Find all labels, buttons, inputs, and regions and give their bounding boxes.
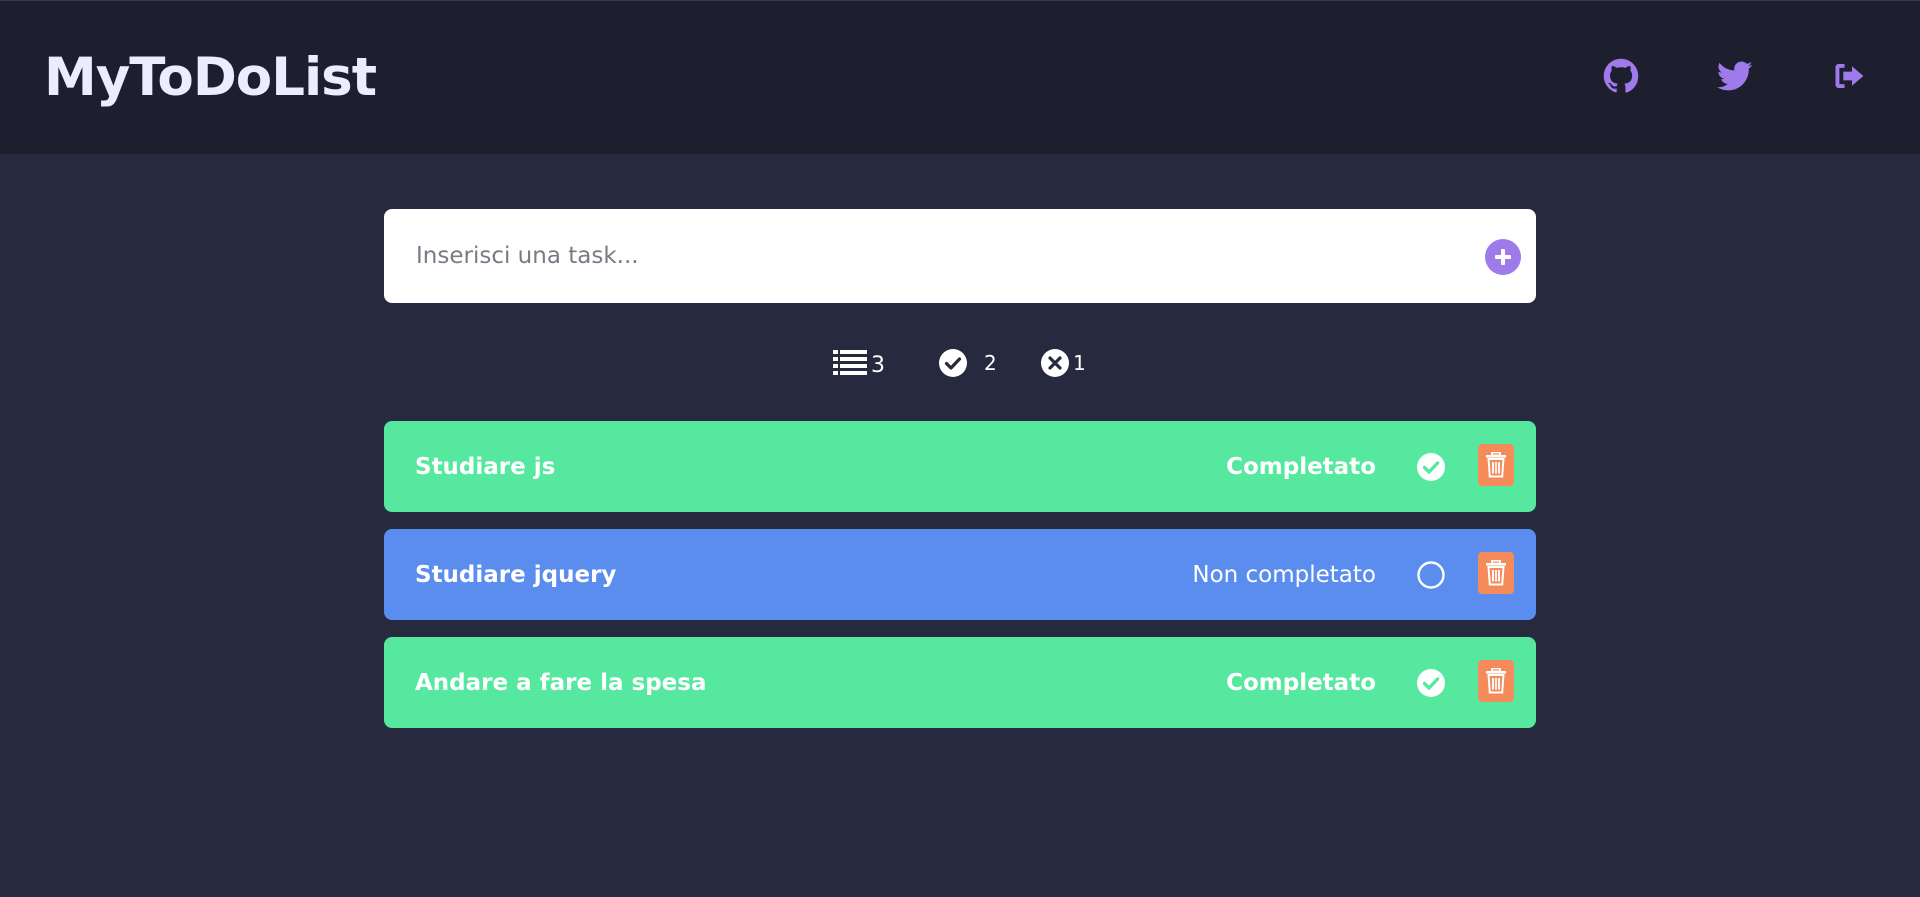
task-title: Studiare js	[415, 454, 556, 480]
stat-not-completed-count: 1	[1073, 351, 1086, 375]
stat-completed-count: 2	[984, 351, 997, 375]
toggle-complete-button[interactable]	[1416, 452, 1446, 482]
plus-icon	[1495, 249, 1511, 265]
delete-task-button[interactable]	[1478, 552, 1514, 594]
check-circle-icon	[1417, 453, 1445, 481]
task-item: Studiare jquery Non completato	[384, 529, 1536, 620]
task-status: Non completato	[1192, 562, 1376, 588]
task-stats: 3 2 1	[0, 346, 1920, 380]
toggle-complete-button[interactable]	[1416, 560, 1446, 590]
empty-circle-icon	[1417, 561, 1445, 589]
app-title: MyToDoList	[44, 47, 377, 108]
stat-total-count: 3	[871, 352, 885, 378]
task-item: Andare a fare la spesa Completato	[384, 637, 1536, 728]
task-input[interactable]	[416, 237, 1456, 275]
task-input-container	[384, 209, 1536, 303]
twitter-icon[interactable]	[1717, 58, 1753, 94]
delete-task-button[interactable]	[1478, 660, 1514, 702]
check-circle-icon	[939, 349, 967, 377]
list-icon	[833, 350, 867, 375]
trash-icon	[1486, 452, 1506, 478]
trash-icon	[1486, 560, 1506, 586]
stat-not-completed: 1	[1041, 346, 1086, 380]
task-status: Completato	[1226, 670, 1376, 696]
toggle-complete-button[interactable]	[1416, 668, 1446, 698]
trash-icon	[1486, 668, 1506, 694]
task-title: Andare a fare la spesa	[415, 670, 707, 696]
top-navbar: MyToDoList	[0, 0, 1920, 154]
stat-completed: 2	[939, 346, 997, 380]
github-icon[interactable]	[1603, 58, 1639, 94]
delete-task-button[interactable]	[1478, 444, 1514, 486]
logout-icon[interactable]	[1831, 58, 1867, 94]
check-circle-icon	[1417, 669, 1445, 697]
x-circle-icon	[1041, 349, 1069, 377]
task-item: Studiare js Completato	[384, 421, 1536, 512]
stat-total: 3	[833, 346, 885, 380]
task-title: Studiare jquery	[415, 562, 617, 588]
add-task-button[interactable]	[1485, 239, 1521, 275]
task-status: Completato	[1226, 454, 1376, 480]
